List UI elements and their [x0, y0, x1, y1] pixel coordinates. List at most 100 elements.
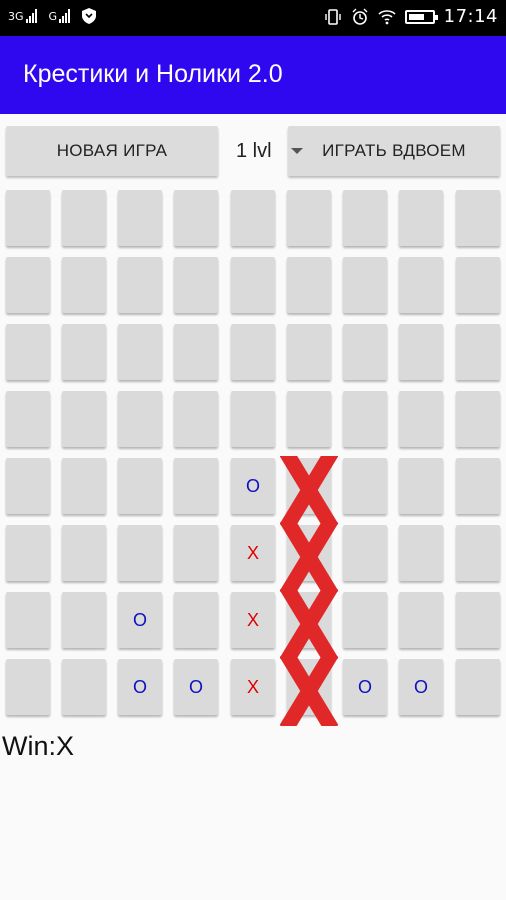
board-cell-r5-c5[interactable]: X — [287, 525, 331, 581]
network-type-label-2: G — [48, 10, 58, 23]
x-mark: X — [246, 542, 259, 563]
board-cell-r1-c1[interactable] — [62, 257, 106, 313]
status-bar: 3G G 17:14 — [0, 0, 506, 36]
board-cell-r0-c7[interactable] — [399, 190, 443, 246]
board-cell-r5-c6[interactable] — [343, 525, 387, 581]
board-cell-r1-c5[interactable] — [287, 257, 331, 313]
board-cell-r2-c7[interactable] — [399, 324, 443, 380]
board-cell-r0-c6[interactable] — [343, 190, 387, 246]
board-cell-r7-c0[interactable] — [6, 659, 50, 715]
board-cell-r1-c6[interactable] — [343, 257, 387, 313]
game-board: O X X X O X X O O X X O O — [0, 190, 506, 722]
board-cell-r6-c3[interactable] — [174, 592, 218, 648]
signal-icon — [25, 9, 37, 23]
x-mark: X — [302, 542, 315, 563]
board-cell-r2-c0[interactable] — [6, 324, 50, 380]
board-cell-r0-c2[interactable] — [118, 190, 162, 246]
board-cell-r5-c7[interactable] — [399, 525, 443, 581]
board-cell-r6-c6[interactable] — [343, 592, 387, 648]
board-cell-r6-c8[interactable] — [456, 592, 500, 648]
x-mark: X — [246, 676, 259, 697]
signal-icon-2 — [59, 9, 71, 23]
two-player-button[interactable]: ИГРАТЬ ВДВОЕМ — [288, 126, 500, 176]
board-cell-r5-c1[interactable] — [62, 525, 106, 581]
battery-icon — [404, 9, 438, 24]
o-mark: O — [413, 676, 428, 697]
x-mark: X — [302, 475, 315, 496]
board-cell-r2-c5[interactable] — [287, 324, 331, 380]
board-cell-r6-c5[interactable]: X — [287, 592, 331, 648]
board-cell-r7-c1[interactable] — [62, 659, 106, 715]
board-cell-r3-c1[interactable] — [62, 391, 106, 447]
board-cell-r5-c0[interactable] — [6, 525, 50, 581]
o-mark: O — [132, 676, 147, 697]
board-cell-r4-c8[interactable] — [456, 458, 500, 514]
board-cell-r4-c6[interactable] — [343, 458, 387, 514]
board-cell-r6-c4[interactable]: X — [231, 592, 275, 648]
board-cell-r3-c7[interactable] — [399, 391, 443, 447]
new-game-button[interactable]: НОВАЯ ИГРА — [6, 126, 218, 176]
board-cell-r3-c8[interactable] — [456, 391, 500, 447]
board-cell-r3-c5[interactable] — [287, 391, 331, 447]
dropdown-arrow-icon[interactable] — [291, 148, 303, 154]
board-cell-r0-c4[interactable] — [231, 190, 275, 246]
board-cell-r1-c0[interactable] — [6, 257, 50, 313]
board-cell-r3-c4[interactable] — [231, 391, 275, 447]
board-cell-r4-c1[interactable] — [62, 458, 106, 514]
board-cell-r0-c5[interactable] — [287, 190, 331, 246]
result-text: Win:X — [2, 731, 75, 761]
board-cell-r2-c4[interactable] — [231, 324, 275, 380]
board-cell-r1-c2[interactable] — [118, 257, 162, 313]
board-cell-r0-c8[interactable] — [456, 190, 500, 246]
board-cell-r3-c6[interactable] — [343, 391, 387, 447]
board-cell-r6-c7[interactable] — [399, 592, 443, 648]
board-cell-r2-c3[interactable] — [174, 324, 218, 380]
alarm-icon — [352, 8, 368, 25]
o-mark: O — [357, 676, 372, 697]
board-cell-r4-c3[interactable] — [174, 458, 218, 514]
board-cell-r4-c5[interactable]: X — [287, 458, 331, 514]
board-cell-r7-c6[interactable]: O — [343, 659, 387, 715]
board-cell-r1-c3[interactable] — [174, 257, 218, 313]
board-cell-r7-c8[interactable] — [456, 659, 500, 715]
board-cell-r7-c3[interactable]: O — [174, 659, 218, 715]
board-cell-r0-c1[interactable] — [62, 190, 106, 246]
board-cell-r2-c8[interactable] — [456, 324, 500, 380]
network-type-label: 3G — [8, 10, 24, 23]
board-cell-r2-c2[interactable] — [118, 324, 162, 380]
network-indicator-1: 3G — [8, 9, 37, 23]
board-cell-r6-c0[interactable] — [6, 592, 50, 648]
board-cell-r7-c5[interactable]: X — [287, 659, 331, 715]
board-cell-r1-c4[interactable] — [231, 257, 275, 313]
board-cell-r3-c2[interactable] — [118, 391, 162, 447]
board-cell-r6-c2[interactable]: O — [118, 592, 162, 648]
shield-icon — [82, 8, 97, 24]
board-cell-r7-c2[interactable]: O — [118, 659, 162, 715]
board-cell-r3-c0[interactable] — [6, 391, 50, 447]
o-mark: O — [132, 609, 147, 630]
board-cell-r7-c7[interactable]: O — [399, 659, 443, 715]
board-cell-r5-c3[interactable] — [174, 525, 218, 581]
board-cell-r0-c3[interactable] — [174, 190, 218, 246]
board-cell-r5-c8[interactable] — [456, 525, 500, 581]
board-cell-r2-c1[interactable] — [62, 324, 106, 380]
board-cell-r2-c6[interactable] — [343, 324, 387, 380]
board-cell-r4-c7[interactable] — [399, 458, 443, 514]
x-mark: X — [302, 676, 315, 697]
board-cell-r5-c2[interactable] — [118, 525, 162, 581]
board-cell-r1-c8[interactable] — [456, 257, 500, 313]
controls-row: НОВАЯ ИГРА 1 lvl ИГРАТЬ ВДВОЕМ — [0, 126, 506, 178]
status-bar-right: 17:14 — [324, 6, 498, 27]
board-cell-r0-c0[interactable] — [6, 190, 50, 246]
board-cell-r1-c7[interactable] — [399, 257, 443, 313]
board-cell-r4-c4[interactable]: O — [231, 458, 275, 514]
board-cell-r3-c3[interactable] — [174, 391, 218, 447]
app-title: Крестики и Нолики 2.0 — [23, 60, 283, 88]
board-cell-r6-c1[interactable] — [62, 592, 106, 648]
wifi-icon — [378, 9, 396, 24]
board-cell-r4-c0[interactable] — [6, 458, 50, 514]
board-cell-r5-c4[interactable]: X — [231, 525, 275, 581]
board-cell-r4-c2[interactable] — [118, 458, 162, 514]
o-mark: O — [188, 676, 203, 697]
board-cell-r7-c4[interactable]: X — [231, 659, 275, 715]
